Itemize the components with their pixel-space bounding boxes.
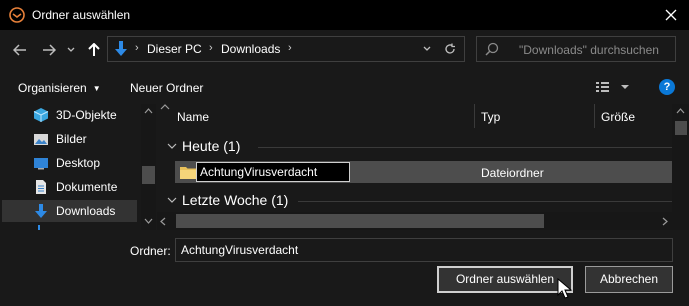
arrow-up-icon	[88, 43, 100, 56]
sidebar-scroll-thumb[interactable]	[142, 166, 155, 184]
folder-icon	[180, 167, 196, 179]
download-arrow-icon	[35, 204, 47, 218]
collapse-up-icon[interactable]	[160, 104, 170, 110]
cube-3d-icon	[33, 108, 49, 122]
sidebar-item-downloads[interactable]: Downloads	[2, 200, 137, 222]
app-icon	[9, 7, 25, 23]
sidebar-item-label: 3D-Objekte	[56, 108, 117, 122]
group-divider	[258, 147, 672, 148]
caret-down-icon	[621, 85, 629, 89]
group-divider	[298, 201, 672, 202]
rename-field[interactable]	[196, 162, 350, 182]
forward-button[interactable]	[39, 40, 59, 60]
search-placeholder: "Downloads" durchsuchen	[519, 43, 659, 57]
breadcrumb-separator-icon: ›	[209, 42, 213, 54]
breadcrumb-separator-icon[interactable]: ›	[288, 42, 292, 54]
breadcrumb-separator-icon: ›	[135, 42, 139, 54]
group-collapse-icon[interactable]	[167, 143, 177, 149]
cancel-button[interactable]: Abbrechen	[585, 266, 673, 293]
documents-icon	[36, 180, 46, 194]
refresh-button[interactable]	[438, 36, 462, 62]
back-button[interactable]	[10, 40, 30, 60]
select-folder-button[interactable]: Ordner auswählen	[437, 266, 573, 293]
address-history-button[interactable]	[417, 36, 437, 62]
chevron-down-icon	[423, 46, 431, 51]
scroll-up-icon[interactable]	[144, 108, 153, 114]
row-type: Dateiordner	[481, 166, 544, 180]
vertical-scroll-thumb[interactable]	[675, 121, 687, 135]
arrow-right-icon	[43, 44, 56, 56]
download-arrow-icon	[115, 41, 127, 56]
details-view-icon	[596, 82, 609, 92]
sidebar-item-label: Bilder	[56, 132, 87, 146]
organize-button[interactable]: Organisieren ▼	[18, 81, 101, 95]
mouse-cursor-icon	[557, 278, 573, 299]
scroll-left-icon[interactable]	[160, 217, 166, 226]
sidebar-item-label: Desktop	[56, 156, 101, 170]
column-header-size[interactable]: Größe	[601, 110, 635, 124]
folder-name-input[interactable]	[175, 238, 673, 262]
window-title: Ordner auswählen	[32, 8, 131, 22]
column-header-type[interactable]: Typ	[481, 110, 500, 124]
group-header-heute[interactable]: Heute (1)	[182, 138, 240, 154]
pictures-icon	[34, 134, 48, 145]
new-folder-button[interactable]: Neuer Ordner	[130, 81, 203, 95]
arrow-left-icon	[13, 44, 26, 56]
folder-field-label: Ordner:	[130, 244, 171, 258]
column-divider[interactable]	[594, 104, 595, 128]
address-bar[interactable]: › Dieser PC › Downloads ›	[107, 36, 465, 62]
search-box[interactable]: "Downloads" durchsuchen	[476, 36, 676, 62]
column-header-name[interactable]: Name	[177, 110, 209, 124]
help-button[interactable]: ?	[659, 79, 675, 95]
desktop-icon	[34, 158, 48, 170]
breadcrumb-downloads[interactable]: Downloads	[221, 42, 280, 56]
sidebar-item-label: Dokumente	[56, 180, 118, 194]
sidebar-item-label: Downloads	[56, 204, 116, 218]
command-toolbar	[0, 70, 689, 104]
organize-label: Organisieren	[18, 81, 87, 95]
navigation-pane: 3D-Objekte Bilder Desktop Dokumente Down…	[0, 104, 157, 230]
sidebar-item-dokumente[interactable]: Dokumente	[2, 176, 137, 198]
scroll-down-icon[interactable]	[144, 218, 153, 224]
sidebar-item-3d-objekte[interactable]: 3D-Objekte	[2, 104, 137, 126]
sidebar-item-bilder[interactable]: Bilder	[2, 128, 137, 150]
recent-locations-button[interactable]	[63, 40, 79, 60]
up-button[interactable]	[84, 40, 104, 60]
sidebar-item-desktop[interactable]: Desktop	[2, 152, 137, 174]
chevron-down-icon	[67, 47, 75, 52]
refresh-icon	[445, 43, 455, 54]
column-divider[interactable]	[474, 104, 475, 128]
scroll-right-icon[interactable]	[662, 217, 668, 226]
scroll-up-icon[interactable]	[676, 108, 685, 114]
caret-down-icon: ▼	[92, 84, 101, 93]
close-icon	[665, 9, 677, 21]
horizontal-scroll-thumb[interactable]	[176, 214, 544, 228]
group-header-letzte-woche[interactable]: Letzte Woche (1)	[182, 192, 288, 208]
search-icon	[485, 42, 499, 56]
title-bar: Ordner auswählen	[0, 0, 689, 30]
breadcrumb-dieser-pc[interactable]: Dieser PC	[147, 42, 202, 56]
group-collapse-icon[interactable]	[167, 197, 177, 203]
view-options-button[interactable]	[594, 78, 632, 96]
close-button[interactable]	[653, 0, 689, 30]
